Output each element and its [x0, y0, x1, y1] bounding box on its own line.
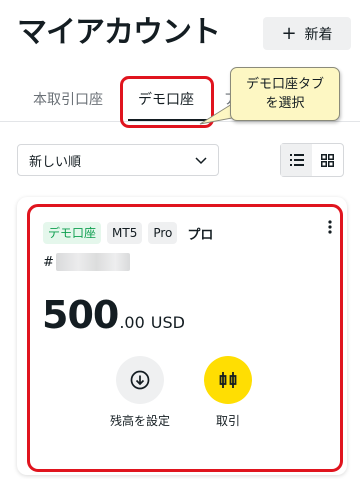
- trade-label: 取引: [215, 414, 240, 428]
- badge-type: Pro: [148, 222, 178, 244]
- account-badges: デモ口座 MT5 Pro プロ: [43, 222, 213, 244]
- sort-select[interactable]: 新しい順: [17, 144, 219, 176]
- set-balance-circle[interactable]: [116, 356, 164, 404]
- callout-line-1: デモ口座タブ: [245, 77, 324, 92]
- tab-real-account[interactable]: 本取引口座: [33, 90, 103, 110]
- account-number-masked: [56, 253, 130, 271]
- badge-demo: デモ口座: [43, 222, 102, 244]
- page-title: マイアカウント: [17, 15, 221, 50]
- list-icon: [289, 154, 304, 166]
- trade-circle[interactable]: [204, 356, 252, 404]
- chevron-down-icon: [195, 157, 207, 165]
- candlestick-icon: [219, 372, 237, 388]
- trade-button[interactable]: 取引: [196, 356, 260, 430]
- new-button-label: 新着: [304, 26, 333, 43]
- grid-view-button[interactable]: [312, 144, 343, 176]
- more-options-icon[interactable]: [326, 219, 334, 235]
- callout-tail: [199, 103, 233, 125]
- badge-platform: MT5: [107, 222, 143, 244]
- account-number-prefix: #: [43, 255, 54, 270]
- set-balance-label: 残高を設定: [109, 414, 170, 428]
- balance-integer: 500: [42, 293, 119, 337]
- callout-line-2: を選択: [265, 96, 305, 111]
- balance-currency: USD: [150, 313, 185, 332]
- download-icon: [130, 370, 150, 390]
- sort-value: 新しい順: [29, 154, 82, 170]
- view-toggle: [280, 143, 344, 177]
- badge-account-kind: プロ: [187, 227, 214, 243]
- balance-decimal: .00: [119, 313, 145, 332]
- grid-icon: [321, 153, 334, 167]
- plus-icon: +: [281, 22, 297, 44]
- instruction-callout: デモ口座タブ を選択: [230, 67, 340, 121]
- account-balance: 500 .00 USD: [42, 293, 185, 337]
- new-account-button[interactable]: + 新着: [263, 17, 351, 50]
- account-card-highlight: [27, 204, 343, 472]
- set-balance-button[interactable]: 残高を設定: [108, 356, 172, 430]
- list-view-button[interactable]: [281, 144, 312, 176]
